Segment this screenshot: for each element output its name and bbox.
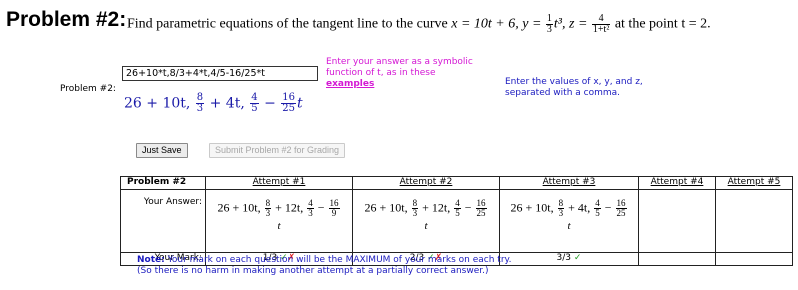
- table-answer-row: Your Answer: 26 + 10t, 83 + 12t, 43 − 16…: [120, 189, 793, 253]
- table-header-row: Problem #2 Attempt #1 Attempt #2 Attempt…: [120, 176, 793, 190]
- answer-hint: Enter your answer as a symbolic function…: [326, 57, 496, 90]
- attempt-3-mark: 3/3 ✓: [499, 252, 639, 266]
- eq-y-prefix: y =: [522, 16, 542, 32]
- attempt-1-header: Attempt #1: [205, 176, 353, 190]
- preview-y-tail: + 4t,: [209, 95, 245, 112]
- question-intro: Find parametric equations of the tangent…: [127, 16, 448, 32]
- attempt-2-header: Attempt #2: [352, 176, 500, 190]
- preview-minus: −: [264, 95, 276, 112]
- attempts-table: Problem #2 Attempt #1 Attempt #2 Attempt…: [120, 176, 793, 266]
- your-answer-label: Your Answer:: [120, 189, 206, 253]
- note-label: Note:: [137, 255, 165, 265]
- answer-problem-label: Problem #2:: [60, 84, 116, 94]
- attempt-4-answer: [638, 189, 716, 253]
- answer-instructions: Enter the values of x, y, and z, separat…: [505, 77, 705, 99]
- preview-x: 26 + 10t,: [124, 95, 191, 112]
- eq-z-prefix: z =: [569, 16, 588, 32]
- attempt-3-answer: 26 + 10t, 83 + 4t, 45 − 16 25 t: [499, 189, 639, 253]
- note-line-2: (So there is no harm in making another a…: [137, 266, 489, 276]
- hint-line-2: function of t, as in these: [326, 68, 436, 78]
- instructions-line-1: Enter the values of x, y, and z,: [505, 77, 643, 87]
- preview-z2-fraction: 16 25: [281, 92, 296, 114]
- note-line-1: Your mark on each question will be the M…: [164, 255, 512, 265]
- eq-x: x = 10t + 6,: [451, 16, 519, 32]
- eq-z-fraction: 4 1+t²: [591, 13, 611, 35]
- attempt-5-answer: [715, 189, 793, 253]
- examples-link[interactable]: examples: [326, 79, 374, 89]
- attempt-4-mark: [638, 252, 716, 266]
- eq-y-fraction: 13: [545, 13, 553, 35]
- attempt-2-answer: 26 + 10t, 83 + 12t, 45 − 16 25 t: [352, 189, 500, 253]
- table-corner: Problem #2: [120, 176, 206, 190]
- preview-y-fraction: 83: [195, 92, 205, 114]
- just-save-button[interactable]: Just Save: [136, 143, 188, 158]
- attempt-5-mark: [715, 252, 793, 266]
- question-tail: at the point t = 2.: [614, 16, 711, 32]
- problem-statement: Find parametric equations of the tangent…: [127, 14, 711, 35]
- submit-button[interactable]: Submit Problem #2 for Grading: [209, 143, 346, 158]
- grading-note: Note: Your mark on each question will be…: [137, 255, 511, 277]
- check-icon: ✓: [573, 253, 582, 263]
- attempt-3-header: Attempt #3: [499, 176, 639, 190]
- answer-preview: 26 + 10t, 83 + 4t, 45 − 16 25 t: [124, 93, 303, 114]
- eq-y-tail: t³,: [553, 16, 566, 32]
- attempt-4-header: Attempt #4: [638, 176, 716, 190]
- attempt-5-header: Attempt #5: [715, 176, 793, 190]
- problem-title: Problem #2:: [6, 8, 127, 31]
- preview-z-fraction: 45: [250, 92, 259, 114]
- instructions-line-2: separated with a comma.: [505, 88, 621, 98]
- preview-z-t: t: [297, 95, 303, 112]
- attempt-1-answer: 26 + 10t, 83 + 12t, 43 − 16 9 t: [205, 189, 353, 253]
- answer-input[interactable]: [122, 66, 318, 81]
- hint-line-1: Enter your answer as a symbolic: [326, 57, 473, 67]
